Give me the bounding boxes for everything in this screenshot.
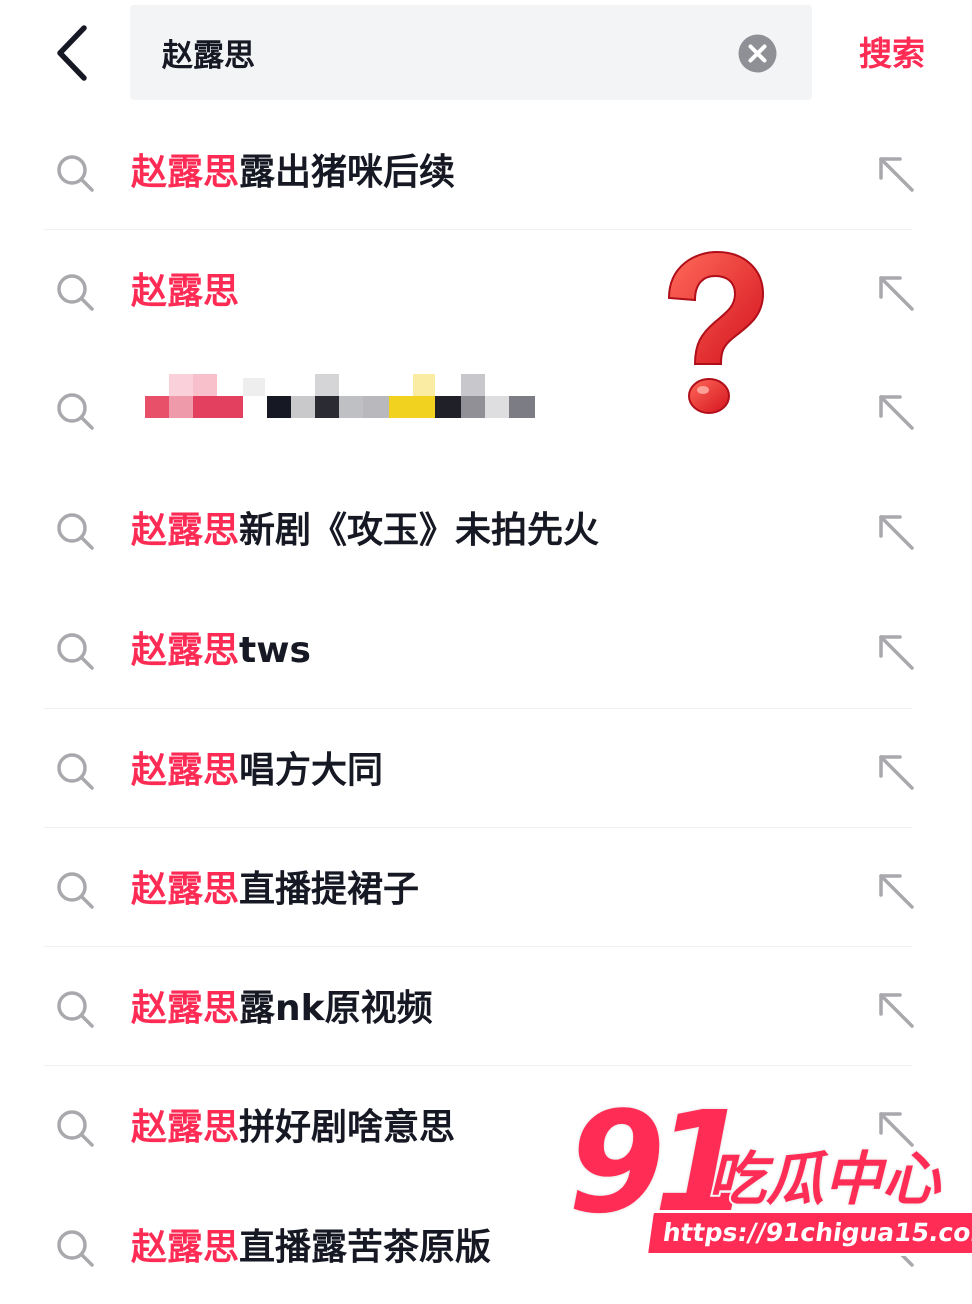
- arrow-up-left-icon[interactable]: [874, 390, 918, 434]
- suggestion-text: 赵露思新剧《攻玉》未拍先火: [131, 506, 599, 556]
- suggestion-rest: 露出猪咪后续: [239, 152, 456, 193]
- search-box: [130, 5, 812, 100]
- search-icon: [57, 393, 94, 430]
- search-icon: [57, 753, 94, 790]
- suggestion-item-blurred[interactable]: [0, 348, 972, 467]
- search-header: 搜索: [0, 0, 972, 110]
- suggestion-text: 赵露思: [131, 267, 239, 317]
- suggestion-text: 赵露思直播露苦茶原版: [131, 1223, 491, 1273]
- back-button[interactable]: [48, 22, 98, 84]
- arrow-up-left-icon[interactable]: [874, 152, 918, 196]
- suggestion-text: 赵露思直播提裙子: [131, 865, 419, 915]
- clear-button[interactable]: [738, 34, 777, 73]
- suggestion-highlight: 赵露思: [131, 750, 240, 791]
- search-icon: [57, 1230, 94, 1267]
- arrow-up-left-icon[interactable]: [874, 988, 918, 1032]
- search-icon: [57, 274, 94, 311]
- arrow-up-left-icon[interactable]: [874, 630, 918, 674]
- watermark-url: https://91chigua15.com: [644, 1210, 972, 1256]
- suggestion-rest: 直播提裙子: [239, 869, 420, 910]
- suggestion-rest: 新剧《攻玉》未拍先火: [239, 510, 600, 551]
- suggestion-highlight: 赵露思: [131, 869, 240, 910]
- suggestion-text: 赵露思露nk原视频: [131, 984, 433, 1034]
- suggestion-rest: 唱方大同: [239, 750, 384, 791]
- search-icon: [57, 872, 94, 909]
- clear-circle-x-icon: [738, 34, 777, 73]
- arrow-up-left-icon[interactable]: [874, 869, 918, 913]
- suggestion-highlight: 赵露思: [131, 152, 240, 193]
- suggestion-rest: tws: [239, 630, 311, 671]
- suggestion-rest: 直播露苦茶原版: [239, 1227, 492, 1268]
- arrow-up-left-icon[interactable]: [874, 750, 918, 794]
- suggestion-item[interactable]: 赵露思露nk原视频: [0, 946, 972, 1065]
- arrow-up-left-icon[interactable]: [874, 510, 918, 554]
- search-icon: [57, 991, 94, 1028]
- search-icon: [57, 155, 94, 192]
- pixelated-blur: [145, 374, 535, 418]
- suggestion-highlight: 赵露思: [131, 1107, 240, 1148]
- suggestion-item[interactable]: 赵露思唱方大同: [0, 708, 972, 827]
- suggestion-text: 赵露思拼好剧啥意思: [131, 1103, 455, 1153]
- search-input[interactable]: [162, 27, 722, 77]
- suggestion-item[interactable]: 赵露思tws: [0, 588, 972, 707]
- arrow-up-left-icon[interactable]: [874, 271, 918, 315]
- suggestion-item[interactable]: 赵露思露出猪咪后续: [0, 110, 972, 229]
- suggestion-rest: 露nk原视频: [239, 988, 433, 1029]
- chevron-left-icon: [57, 25, 87, 81]
- suggestion-highlight: 赵露思: [131, 510, 240, 551]
- suggestion-highlight: 赵露思: [131, 1227, 240, 1268]
- search-icon: [57, 513, 94, 550]
- watermark: 91 吃瓜中心 https://91chigua15.com: [565, 1079, 972, 1262]
- suggestion-item[interactable]: 赵露思直播提裙子: [0, 827, 972, 946]
- search-button[interactable]: 搜索: [842, 30, 942, 78]
- watermark-brand: 吃瓜中心: [706, 1143, 942, 1215]
- suggestion-highlight: 赵露思: [131, 630, 240, 671]
- suggestion-item[interactable]: 赵露思新剧《攻玉》未拍先火: [0, 468, 972, 587]
- search-icon: [57, 633, 94, 670]
- suggestion-highlight: 赵露思: [131, 988, 240, 1029]
- suggestion-highlight: 赵露思: [131, 271, 240, 312]
- suggestion-text: 赵露思唱方大同: [131, 746, 383, 796]
- suggestion-item[interactable]: 赵露思: [0, 229, 972, 348]
- suggestion-rest: 拼好剧啥意思: [239, 1107, 456, 1148]
- suggestion-text: 赵露思tws: [131, 626, 311, 676]
- question-mark-icon: [667, 250, 765, 414]
- search-icon: [57, 1110, 94, 1147]
- suggestion-text: 赵露思露出猪咪后续: [131, 148, 455, 198]
